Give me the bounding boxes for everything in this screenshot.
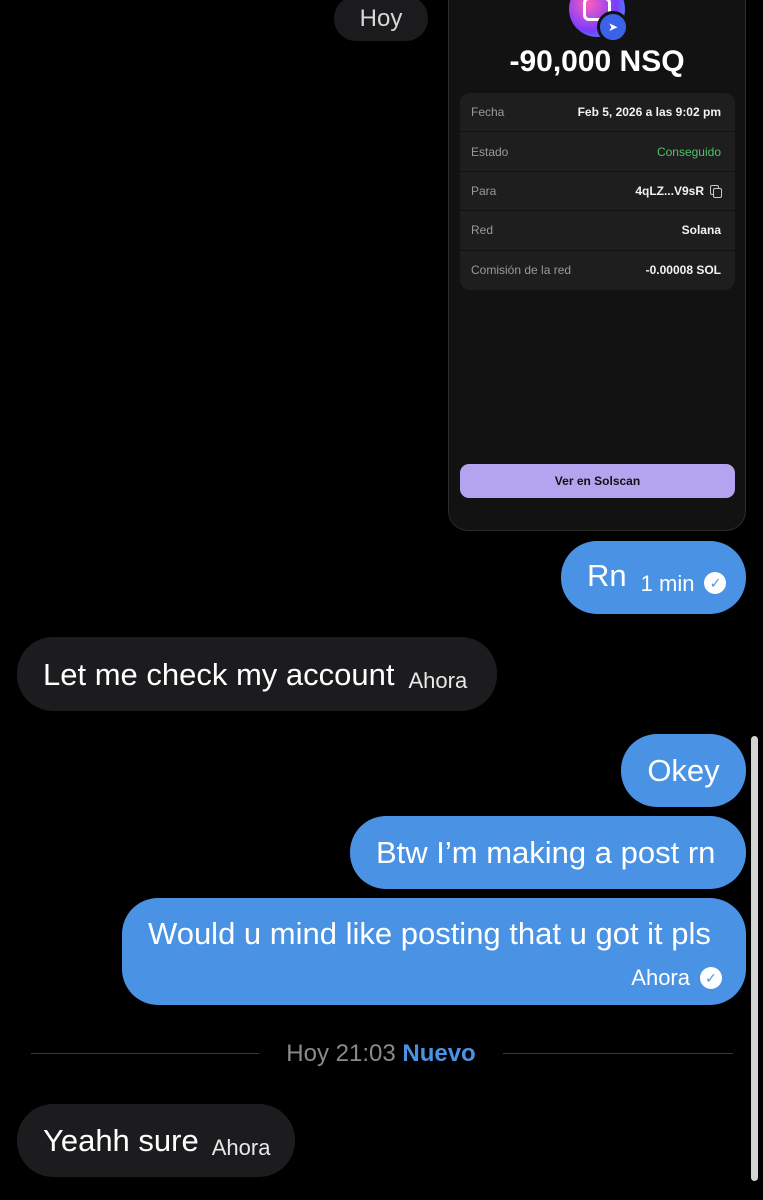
new-label: Nuevo [402,1040,476,1067]
recipient-address: 4qLZ...V9sR [635,183,704,198]
transaction-details: Fecha Feb 5, 2026 a las 9:02 pm Estado C… [460,93,735,290]
message-text: Btw I’m making a post rn [376,835,716,870]
divider-line [503,1053,733,1054]
message-bubble-incoming[interactable]: Let me check my account Ahora [17,637,497,711]
detail-row-red: Red Solana [460,211,735,251]
view-on-solscan-button[interactable]: Ver en Solscan [460,464,735,498]
message-time: Ahora [211,1134,271,1160]
message-text: Okey [647,753,720,788]
transaction-amount: -90,000 NSQ [509,45,685,78]
scrollbar[interactable] [751,736,758,1181]
message-bubble-outgoing[interactable]: Rn 1 min ✓ [561,541,746,614]
status-value: Conseguido [656,144,721,159]
shared-transaction-card[interactable]: ➤ -90,000 NSQ Fecha Feb 5, 2026 a las 9:… [448,0,746,531]
message-bubble-incoming[interactable]: Yeahh sure Ahora [17,1104,295,1177]
message-time: Ahora [408,668,468,693]
divider-line [31,1053,259,1054]
detail-row-para: Para 4qLZ...V9sR [460,172,735,212]
date-header: Hoy [334,0,428,41]
message-text: Let me check my account [43,656,395,692]
token-logo-icon: ➤ [569,0,629,43]
message-text: Would u mind like posting that u got it … [148,916,711,951]
message-time: Ahora [631,965,690,990]
read-check-icon: ✓ [704,571,727,594]
message-text: Rn [587,558,627,593]
message-bubble-outgoing[interactable]: Btw I’m making a post rn [350,816,746,889]
message-bubble-outgoing[interactable]: Okey [621,734,746,807]
copy-icon[interactable] [710,185,722,199]
new-messages-divider: Hoy 21:03 Nuevo [259,1040,503,1068]
read-check-icon: ✓ [700,967,722,989]
message-text: Yeahh sure [43,1123,199,1158]
detail-row-comision: Comisión de la red -0.00008 SOL [471,263,721,278]
divider-time: Hoy 21:03 [286,1040,396,1067]
telegram-send-icon: ➤ [597,11,629,43]
message-bubble-outgoing[interactable]: Would u mind like posting that u got it … [122,898,746,1005]
message-time: 1 min [640,570,695,596]
detail-row-fecha: Fecha Feb 5, 2026 a las 9:02 pm [460,93,735,133]
detail-row-estado: Estado Conseguido [460,132,735,172]
